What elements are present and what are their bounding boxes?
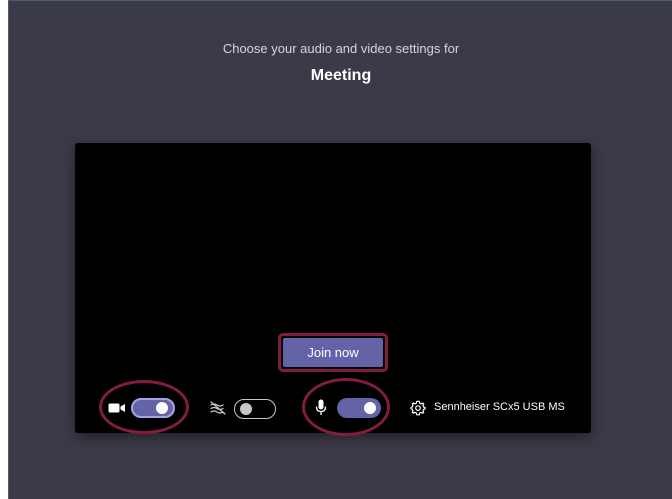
audio-device-label[interactable]: Sennheiser SCx5 USB MS (434, 401, 565, 413)
join-now-button[interactable]: Join now (283, 338, 383, 367)
background-blur-icon (210, 401, 226, 415)
microphone-toggle-highlight (302, 378, 390, 436)
camera-toggle-highlight (99, 380, 189, 434)
background-effects-toggle[interactable] (234, 399, 276, 419)
gear-icon[interactable] (410, 400, 426, 416)
settings-prompt: Choose your audio and video settings for (222, 41, 460, 56)
meeting-title: Meeting (310, 67, 372, 84)
background-effects-toggle-knob (240, 403, 252, 415)
